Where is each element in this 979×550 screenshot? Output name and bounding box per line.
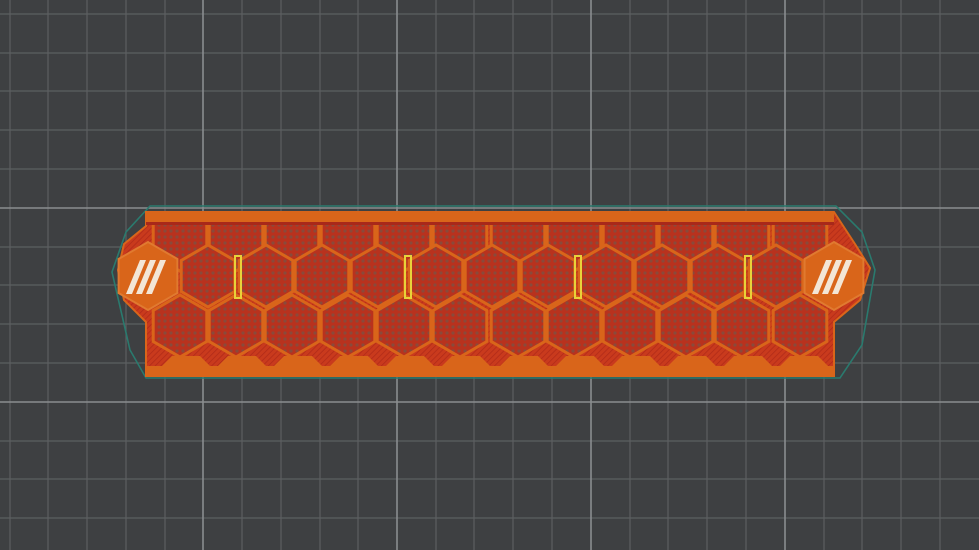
hex-cell [601,293,659,359]
hex-cell [431,293,489,359]
hex-cell [713,293,771,359]
hex-cell [771,293,829,359]
hex-cell [263,293,321,359]
top-rail-shadow [146,222,834,225]
hex-cell [545,293,603,359]
hex-cell [207,293,265,359]
hex-cell [489,293,547,359]
hex-cell [375,293,433,359]
top-rail [146,212,834,222]
bottom-rail [146,366,834,376]
hex-cells [151,225,829,359]
hex-cell [151,293,209,359]
sliced-part-preview[interactable] [0,0,979,550]
hex-cell [657,293,715,359]
slicer-3d-viewport[interactable] [0,0,979,550]
hex-cell [319,293,377,359]
hex-cell [179,243,237,309]
